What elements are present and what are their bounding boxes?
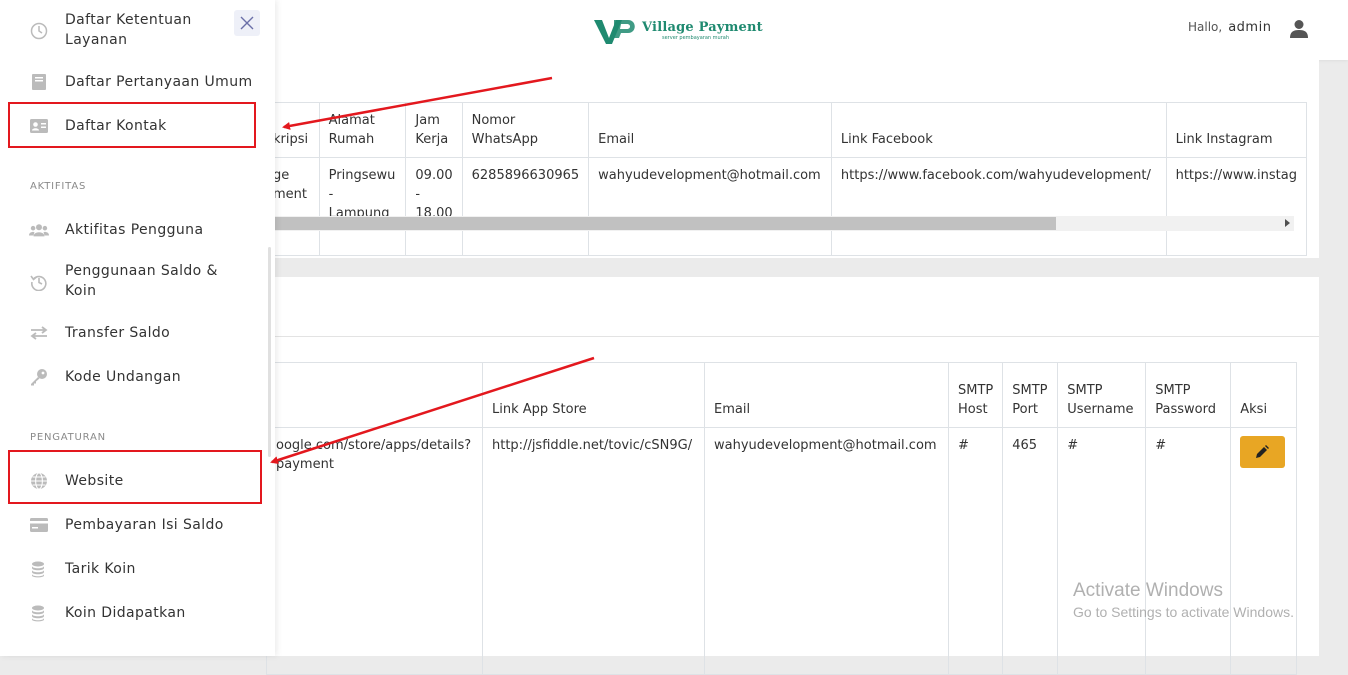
sidebar-item-label: Tarik Koin: [65, 561, 136, 577]
user-greeting: Hallo, admin: [1188, 20, 1271, 35]
book-icon: [29, 72, 49, 92]
highlight-website: [8, 450, 262, 504]
card-header: [275, 277, 1319, 337]
column-header: Jam Kerja: [405, 102, 463, 158]
contact-table: kripsi Alamat Rumah Jam Kerja Nomor What…: [263, 102, 1308, 256]
coins-icon: [29, 603, 49, 623]
column-header: Aksi: [1230, 362, 1298, 428]
sidebar-item-penggunaan-saldo[interactable]: Penggunaan Saldo & Koin: [0, 261, 265, 301]
edit-button[interactable]: [1240, 436, 1286, 468]
table-header-row: kripsi Alamat Rumah Jam Kerja Nomor What…: [263, 102, 1308, 158]
action-cell: [1230, 427, 1298, 675]
table-cell: Pringsewu - Lampung: [318, 157, 407, 256]
column-header: Link Facebook: [830, 102, 1167, 158]
key-icon: [29, 367, 49, 387]
clock-icon: [29, 21, 49, 41]
contact-card: kripsi Alamat Rumah Jam Kerja Nomor What…: [263, 60, 1319, 258]
sidebar-scrollbar[interactable]: [268, 247, 271, 457]
website-table: Link App Store Email SMTP Host SMTP Port…: [266, 362, 1298, 675]
scrollbar-thumb[interactable]: [275, 217, 1056, 230]
column-header: [266, 362, 483, 428]
user-icon[interactable]: [1289, 19, 1309, 39]
logo-mark-icon: [594, 20, 635, 44]
table-cell: #: [947, 427, 1004, 675]
column-header: SMTP Host: [947, 362, 1004, 428]
table-cell: 6285896630965: [461, 157, 590, 256]
column-header: Alamat Rumah: [318, 102, 407, 158]
table-cell: https://www.facebook.com/wahyudevelopmen…: [830, 157, 1167, 256]
table-cell: 09.00 - 18.00: [405, 157, 463, 256]
greeting-text: Hallo,: [1188, 20, 1223, 34]
sidebar-item-koin-didapatkan[interactable]: Koin Didapatkan: [0, 593, 265, 633]
section-label-pengaturan: PENGATURAN: [30, 432, 106, 443]
username: admin: [1228, 20, 1272, 35]
sidebar-item-label: Aktifitas Pengguna: [65, 222, 204, 238]
sidebar-item-label: Penggunaan Saldo & Koin: [65, 263, 218, 299]
coins-icon: [29, 559, 49, 579]
sidebar-item-label: Daftar Pertanyaan Umum: [65, 74, 253, 90]
table-cell: #: [1145, 427, 1232, 675]
table-row: ge ment Pringsewu - Lampung 09.00 - 18.0…: [263, 157, 1308, 256]
transfer-icon: [29, 323, 49, 343]
brand-logo[interactable]: Village Payment server pembayaran murah: [592, 14, 763, 46]
sidebar-item-label: Pembayaran Isi Saldo: [65, 517, 224, 533]
windows-activation-watermark: Activate Windows Go to Settings to activ…: [1073, 580, 1294, 620]
users-icon: [29, 220, 49, 240]
highlight-daftar-kontak: [8, 102, 256, 148]
sidebar-item-label: Koin Didapatkan: [65, 605, 186, 621]
sidebar-item-transfer-saldo[interactable]: Transfer Saldo: [0, 313, 265, 353]
horizontal-scrollbar[interactable]: [275, 216, 1294, 231]
logo-name: Village Payment: [642, 19, 763, 35]
table-cell: oogle.com/store/apps/details? payment: [266, 427, 483, 675]
column-header: SMTP Username: [1057, 362, 1147, 428]
table-header-row: Link App Store Email SMTP Host SMTP Port…: [266, 362, 1298, 428]
section-label-aktifitas: AKTIFITAS: [30, 181, 87, 192]
sidebar-item-label: Daftar Ketentuan Layanan: [65, 12, 192, 48]
table-cell: wahyudevelopment@hotmail.com: [704, 427, 949, 675]
column-header: SMTP Password: [1145, 362, 1232, 428]
column-header: Email: [588, 102, 832, 158]
table-cell: wahyudevelopment@hotmail.com: [588, 157, 832, 256]
table-cell: #: [1057, 427, 1147, 675]
scroll-right-arrow-icon[interactable]: [1285, 219, 1290, 227]
table-cell: https://www.instag: [1165, 157, 1308, 256]
sidebar-item-label: Transfer Saldo: [65, 325, 171, 341]
sidebar: Daftar Ketentuan Layanan Daftar Pertanya…: [0, 0, 275, 656]
watermark-subtitle: Go to Settings to activate Windows.: [1073, 604, 1294, 620]
column-header: Email: [704, 362, 949, 428]
sidebar-item-kode-undangan[interactable]: Kode Undangan: [0, 357, 265, 397]
history-icon: [29, 272, 49, 292]
sidebar-item-label: Kode Undangan: [65, 369, 181, 385]
table-cell: http://jsfiddle.net/tovic/cSN9G/: [482, 427, 705, 675]
sidebar-item-aktifitas-pengguna[interactable]: Aktifitas Pengguna: [0, 210, 265, 250]
sidebar-item-tarik-koin[interactable]: Tarik Koin: [0, 549, 265, 589]
sidebar-item-pertanyaan-umum[interactable]: Daftar Pertanyaan Umum: [0, 62, 265, 102]
pencil-icon: [1256, 445, 1270, 458]
sidebar-item-ketentuan-layanan[interactable]: Daftar Ketentuan Layanan: [0, 10, 265, 50]
credit-card-icon: [29, 515, 49, 535]
table-cell: 465: [1002, 427, 1059, 675]
sidebar-item-pembayaran-isi-saldo[interactable]: Pembayaran Isi Saldo: [0, 505, 265, 545]
column-header: Link App Store: [482, 362, 705, 428]
column-header: Link Instagram: [1165, 102, 1308, 158]
column-header: SMTP Port: [1002, 362, 1059, 428]
watermark-title: Activate Windows: [1073, 580, 1223, 601]
table-row: oogle.com/store/apps/details? payment ht…: [266, 427, 1298, 675]
column-header: Nomor WhatsApp: [461, 102, 590, 158]
logo-tagline: server pembayaran murah: [662, 34, 730, 41]
